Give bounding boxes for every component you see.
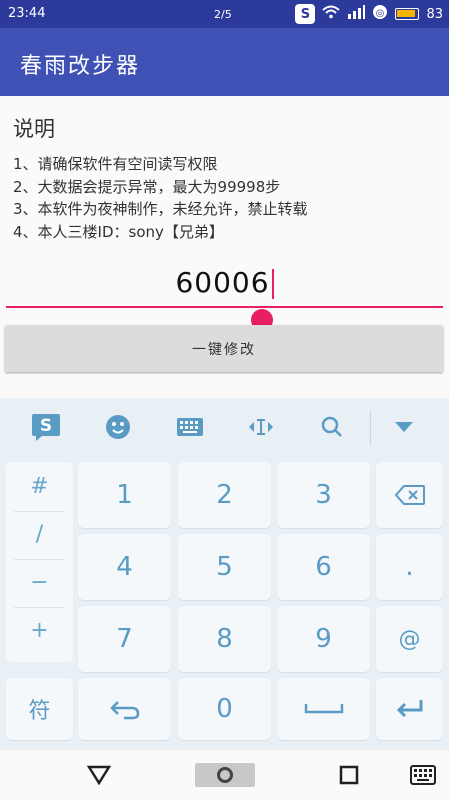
cursor-move-icon[interactable] — [243, 409, 279, 445]
key-9[interactable]: 9 — [277, 606, 370, 672]
navigation-bar — [0, 750, 449, 800]
key-4[interactable]: 4 — [78, 534, 171, 600]
battery-icon — [395, 8, 420, 20]
symbol-column: # / − + — [6, 462, 73, 662]
home-button[interactable] — [194, 760, 256, 790]
page-indicator: 2/5 — [214, 8, 232, 21]
space-icon — [304, 704, 343, 714]
toolbar-divider — [370, 410, 371, 446]
keyboard-toolbar: S — [0, 398, 449, 456]
status-bar: 23:44 2/5 S ◎ 83 — [0, 0, 449, 28]
battery-level: 83 — [426, 6, 443, 22]
key-0[interactable]: 0 — [178, 678, 271, 740]
step-count-value: 60006 — [175, 266, 270, 299]
key-slash[interactable]: / — [6, 512, 73, 558]
keyboard-switch-icon[interactable] — [406, 760, 440, 790]
key-5[interactable]: 5 — [178, 534, 271, 600]
step-count-input[interactable]: 60006 — [0, 266, 449, 310]
backspace-icon — [394, 485, 425, 505]
svg-text:S: S — [40, 416, 52, 436]
key-hash[interactable]: # — [6, 464, 73, 510]
key-plus[interactable]: + — [6, 608, 73, 654]
back-icon[interactable] — [84, 760, 114, 790]
key-2[interactable]: 2 — [178, 462, 271, 528]
instruction-item: 3、本软件为夜神制作，未经允许，禁止转载 — [13, 200, 308, 218]
backspace-key[interactable] — [376, 462, 443, 528]
symbols-key[interactable]: 符 — [6, 678, 73, 740]
collapse-keyboard-icon[interactable] — [386, 409, 422, 445]
key-8[interactable]: 8 — [178, 606, 271, 672]
search-icon[interactable] — [314, 409, 350, 445]
soft-keyboard: S # / − + 1 2 3 4 5 6 . 7 8 9 @ 符 0 — [0, 398, 449, 750]
signal-icon — [347, 5, 366, 23]
key-3[interactable]: 3 — [277, 462, 370, 528]
input-underline — [6, 306, 443, 308]
key-7[interactable]: 7 — [78, 606, 171, 672]
enter-icon — [396, 700, 422, 718]
app-bar: 春雨改步器 — [0, 28, 449, 96]
status-icons: S ◎ 83 — [295, 4, 443, 24]
app-title: 春雨改步器 — [20, 54, 141, 79]
return-icon — [109, 701, 139, 720]
instructions-list: 1、请确保软件有空间读写权限 2、大数据会提示异常，最大为99998步 3、本软… — [13, 153, 308, 243]
instruction-item: 4、本人三楼ID：sony【兄弟】 — [13, 222, 224, 241]
space-key[interactable] — [277, 678, 370, 740]
one-click-modify-button[interactable]: 一键修改 — [5, 325, 443, 372]
key-dot[interactable]: . — [376, 534, 443, 600]
return-key[interactable] — [78, 678, 171, 740]
sogou-logo-icon[interactable]: S — [28, 409, 64, 445]
wifi-icon — [322, 5, 341, 23]
home-icon — [217, 767, 233, 783]
emoji-icon[interactable] — [100, 409, 136, 445]
key-minus[interactable]: − — [6, 560, 73, 606]
svg-text:◎: ◎ — [376, 8, 385, 19]
key-6[interactable]: 6 — [277, 534, 370, 600]
status-time: 23:44 — [8, 6, 46, 21]
data-saver-icon: ◎ — [372, 4, 388, 24]
recents-icon[interactable] — [334, 760, 364, 790]
instruction-item: 1、请确保软件有空间读写权限 — [13, 155, 218, 173]
instructions-heading: 说明 — [13, 117, 55, 141]
text-cursor — [271, 269, 274, 299]
key-1[interactable]: 1 — [78, 462, 171, 528]
enter-key[interactable] — [376, 678, 443, 740]
key-at[interactable]: @ — [376, 606, 443, 672]
keyboard-layout-icon[interactable] — [172, 409, 208, 445]
instruction-item: 2、大数据会提示异常，最大为99998步 — [13, 177, 281, 196]
sogou-notification-icon: S — [295, 4, 316, 24]
